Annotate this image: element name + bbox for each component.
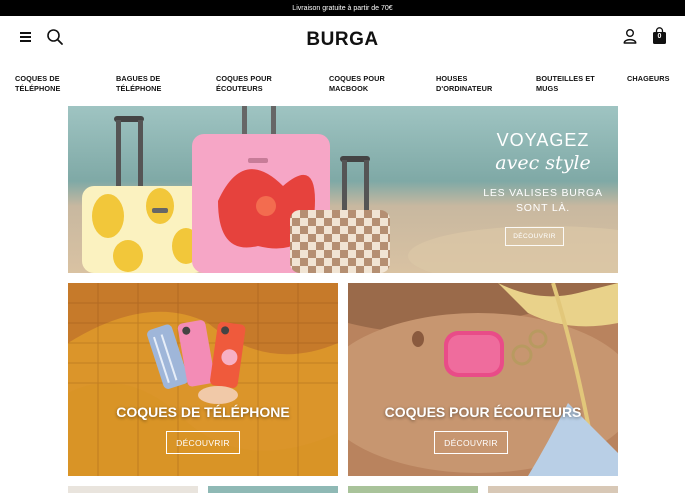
next-tile-4[interactable] <box>488 486 618 493</box>
user-icon[interactable] <box>622 28 638 44</box>
hero-subtitle: LES VALISES BURGA SONT LÀ. <box>468 186 618 216</box>
shopping-bag-button[interactable]: 0 <box>652 27 667 45</box>
category-tile-phone-cases[interactable]: COQUES DE TÉLÉPHONE DÉCOUVRIR <box>68 283 338 476</box>
phone-cases-discover-button[interactable]: DÉCOUVRIR <box>166 431 240 454</box>
nav-item-houses-ordinateur[interactable]: HOUSES D'ORDINATEUR <box>436 74 506 94</box>
next-tile-1[interactable] <box>68 486 198 493</box>
nav-item-chargeurs[interactable]: CHAGEURS <box>627 74 682 84</box>
nav-item-coques-ecouteurs[interactable]: COQUES POUR ÉCOUTEURS <box>216 74 290 94</box>
hero-script-title: avec style <box>495 152 591 174</box>
menu-icon[interactable] <box>20 32 31 42</box>
earbud-cases-discover-button[interactable]: DÉCOUVRIR <box>434 431 508 454</box>
next-tile-2[interactable] <box>208 486 338 493</box>
nav-item-bouteilles-mugs[interactable]: BOUTEILLES ET MUGS <box>536 74 602 94</box>
promo-text: Livraison gratuite à partir de 70€ <box>292 4 393 12</box>
nav-item-coques-macbook[interactable]: COQUES POUR MACBOOK <box>329 74 399 94</box>
site-header: BURGA 0 <box>0 16 685 66</box>
hero-text-block: VOYAGEZ avec style LES VALISES BURGA SON… <box>468 106 618 273</box>
main-nav: COQUES DE TÉLÉPHONE BAGUES DE TÉLÉPHONE … <box>0 74 685 98</box>
hero-title: VOYAGEZ <box>496 130 590 150</box>
hero-subtitle-line-1: LES VALISES BURGA <box>483 187 603 199</box>
next-tile-3[interactable] <box>348 486 478 493</box>
promo-bar: Livraison gratuite à partir de 70€ <box>0 0 685 16</box>
nav-item-coques-telephone[interactable]: COQUES DE TÉLÉPHONE <box>15 74 95 94</box>
logo-wrapper: BURGA <box>0 29 685 51</box>
search-icon[interactable] <box>46 28 64 46</box>
hero-subtitle-line-2: SONT LÀ. <box>515 202 571 214</box>
hero-banner[interactable]: VOYAGEZ avec style LES VALISES BURGA SON… <box>68 106 618 273</box>
tile-title-earbud-cases: COQUES POUR ÉCOUTEURS <box>384 404 582 420</box>
logo[interactable]: BURGA <box>306 29 378 50</box>
category-tile-earbud-cases[interactable]: COQUES POUR ÉCOUTEURS DÉCOUVRIR <box>348 283 618 476</box>
cart-count-badge: 0 <box>657 33 662 40</box>
nav-item-bagues-telephone[interactable]: BAGUES DE TÉLÉPHONE <box>116 74 178 94</box>
tile-title-phone-cases: COQUES DE TÉLÉPHONE <box>116 404 290 420</box>
hero-discover-button[interactable]: DÉCOUVRIR <box>505 227 564 246</box>
